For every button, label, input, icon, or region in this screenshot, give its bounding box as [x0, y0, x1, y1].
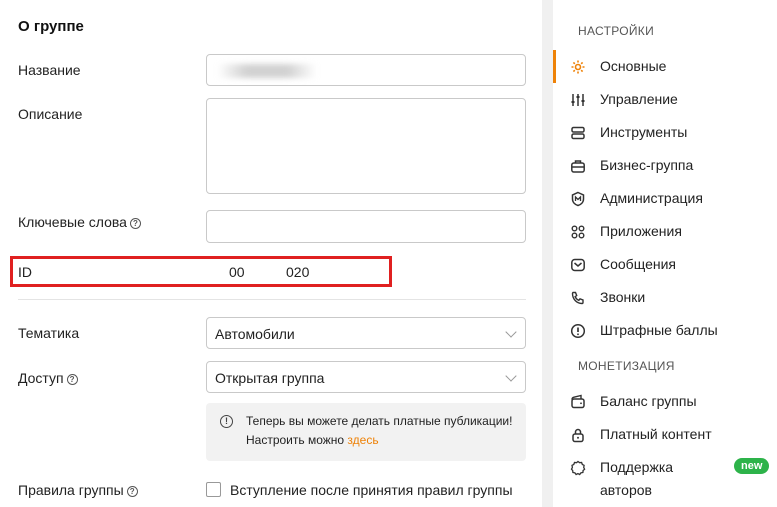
sidebar-item-label: Поддержка — [600, 459, 674, 475]
theme-select[interactable]: Автомобили — [206, 317, 526, 349]
sidebar-item-penalties[interactable]: Штрафные баллы — [553, 314, 777, 347]
notice-prefix: Настроить можно — [246, 433, 348, 447]
paid-posts-notice: ! Теперь вы можете делать платные публик… — [206, 403, 526, 461]
sidebar-item-label: Приложения — [600, 223, 682, 239]
sidebar-item-label: Администрация — [600, 190, 703, 206]
briefcase-icon — [571, 160, 585, 173]
sidebar-item-label: Управление — [600, 91, 678, 107]
rules-label: Правила группы? — [18, 482, 138, 498]
wallet-icon — [571, 394, 585, 409]
sidebar-item-label: Звонки — [600, 289, 646, 305]
access-select[interactable]: Открытая группа — [206, 361, 526, 393]
theme-value: Автомобили — [215, 326, 295, 342]
notice-text: Теперь вы можете делать платные публикац… — [246, 414, 513, 428]
shield-icon — [571, 191, 585, 207]
sidebar-item-label: Баланс группы — [600, 393, 697, 409]
sidebar-item-tools[interactable]: Инструменты — [553, 116, 777, 149]
sidebar-item-administration[interactable]: Администрация — [553, 182, 777, 215]
name-field[interactable] — [206, 54, 526, 86]
page-title: О группе — [18, 18, 84, 35]
sidebar-item-basic[interactable]: Основные — [553, 50, 777, 83]
keywords-label-text: Ключевые слова — [18, 214, 127, 230]
rules-checkbox[interactable] — [206, 482, 221, 497]
gear-icon — [571, 60, 585, 74]
new-badge: new — [734, 458, 770, 474]
chevron-down-icon — [505, 326, 517, 338]
id-label: ID — [18, 264, 32, 280]
sidebar-item-label: Штрафные баллы — [600, 322, 718, 338]
id-highlight-box: ID 00 020 — [10, 256, 392, 287]
notice-text-line2: Настроить можно здесь — [246, 433, 379, 447]
description-field[interactable] — [206, 98, 526, 194]
sidebar-item-balance[interactable]: Баланс группы — [553, 385, 777, 418]
phone-icon — [571, 291, 584, 305]
tools-icon — [571, 126, 585, 140]
divider — [18, 299, 526, 300]
access-value: Открытая группа — [215, 370, 325, 386]
sidebar-item-apps[interactable]: Приложения — [553, 215, 777, 248]
id-value-part2: 020 — [286, 264, 310, 280]
sidebar-item-label: Основные — [600, 58, 667, 74]
help-icon[interactable]: ? — [66, 374, 78, 385]
lock-icon — [572, 428, 584, 443]
theme-label: Тематика — [18, 325, 80, 341]
chevron-down-icon — [505, 370, 517, 382]
name-label: Название — [18, 62, 81, 78]
sliders-icon — [571, 94, 585, 106]
info-icon: ! — [220, 415, 233, 428]
keywords-field[interactable] — [206, 210, 526, 243]
monetization-section-header: МОНЕТИЗАЦИЯ — [578, 359, 675, 373]
sidebar-item-label: Инструменты — [600, 124, 688, 140]
about-group-panel: О группе Название Описание Ключевые слов… — [0, 0, 542, 507]
sidebar-item-messages[interactable]: Сообщения — [553, 248, 777, 281]
rules-checkbox-label[interactable]: Вступление после принятия правил группы — [230, 482, 513, 498]
description-label: Описание — [18, 106, 83, 122]
sidebar-item-label-line2: авторов — [600, 482, 652, 498]
sidebar-item-business[interactable]: Бизнес-группа — [553, 149, 777, 182]
sidebar-item-management[interactable]: Управление — [553, 83, 777, 116]
settings-section-header: НАСТРОЙКИ — [578, 24, 655, 38]
help-icon[interactable]: ? — [129, 218, 141, 229]
access-label-text: Доступ — [18, 370, 64, 386]
help-icon[interactable]: ? — [126, 486, 138, 497]
keywords-label: Ключевые слова? — [18, 214, 141, 230]
sidebar-item-paid-content[interactable]: Платный контент — [553, 418, 777, 451]
support-icon — [570, 460, 586, 476]
sidebar-item-label: Платный контент — [600, 426, 712, 442]
redacted-name — [217, 64, 317, 78]
access-label: Доступ? — [18, 370, 78, 386]
mail-icon — [571, 258, 585, 272]
settings-sidebar: НАСТРОЙКИ Основные Управление Инструмент… — [553, 0, 777, 507]
apps-icon — [571, 225, 585, 239]
rules-label-text: Правила группы — [18, 482, 124, 498]
sidebar-item-label: Сообщения — [600, 256, 676, 272]
id-value-part1: 00 — [229, 264, 245, 280]
notice-link[interactable]: здесь — [347, 433, 378, 447]
sidebar-item-label: Бизнес-группа — [600, 157, 694, 173]
warning-icon — [570, 323, 586, 339]
sidebar-item-calls[interactable]: Звонки — [553, 281, 777, 314]
